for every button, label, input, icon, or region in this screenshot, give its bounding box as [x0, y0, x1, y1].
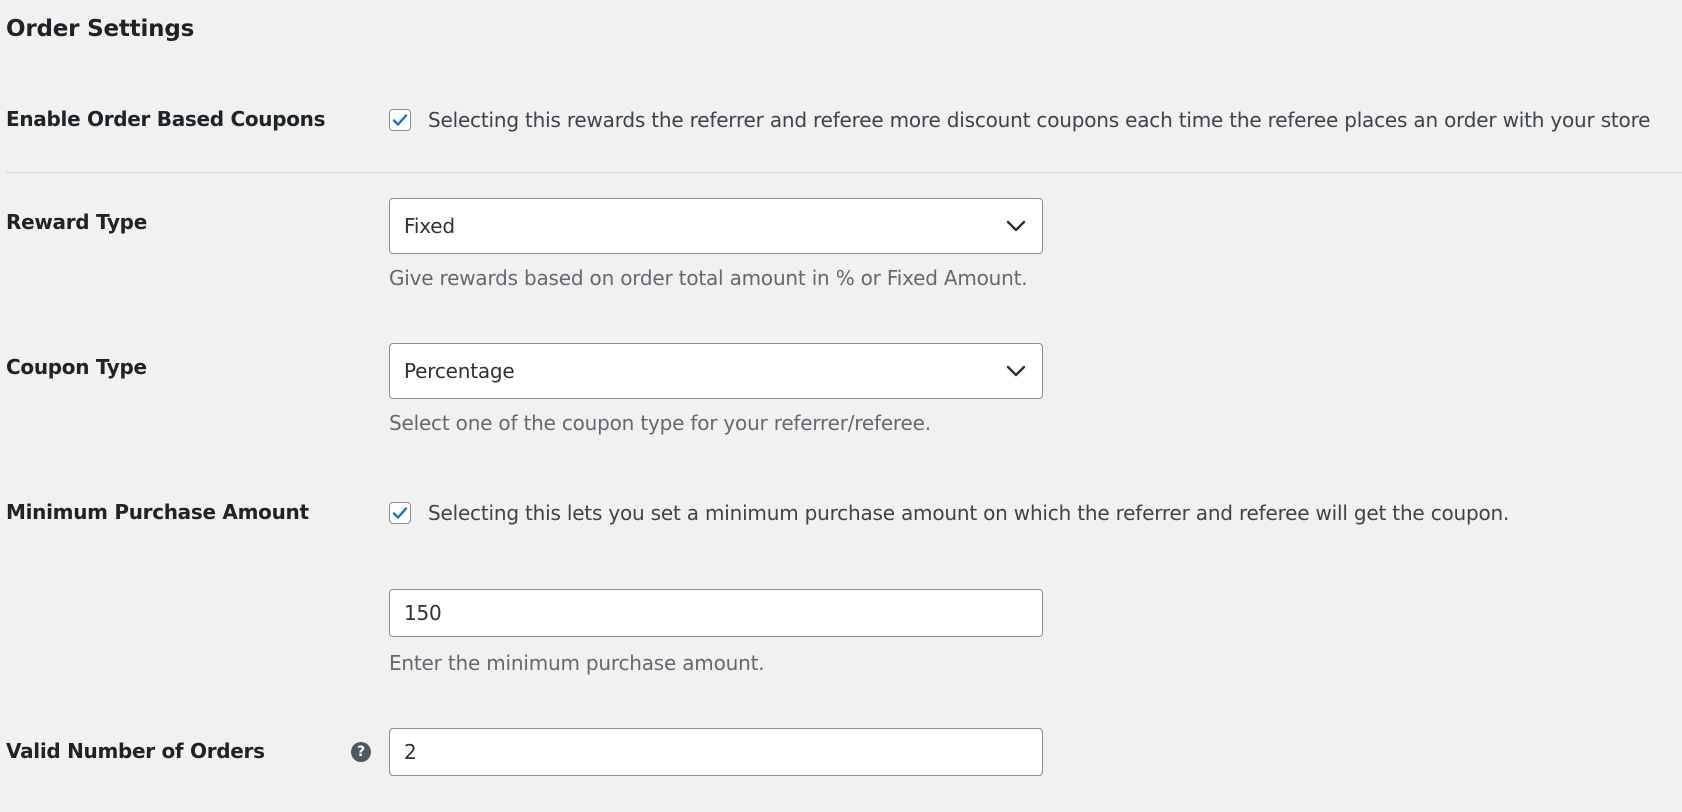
coupon-type-selected-value: Percentage [404, 359, 515, 383]
minimum-purchase-checkbox[interactable] [389, 502, 411, 524]
valid-orders-value: 2 [404, 740, 417, 764]
order-settings-page: Order Settings Enable Order Based Coupon… [0, 0, 1682, 812]
reward-type-select[interactable]: Fixed [389, 198, 1043, 254]
coupon-type-help: Select one of the coupon type for your r… [389, 411, 931, 435]
enable-order-coupons-checkbox[interactable] [389, 109, 411, 131]
reward-type-help: Give rewards based on order total amount… [389, 266, 1028, 290]
question-circle-icon[interactable]: ? [351, 742, 371, 762]
coupon-type-label: Coupon Type [6, 355, 147, 379]
divider [6, 172, 1682, 173]
minimum-purchase-input[interactable]: 150 [389, 589, 1043, 637]
minimum-purchase-label: Minimum Purchase Amount [6, 500, 309, 524]
reward-type-selected-value: Fixed [404, 214, 455, 238]
minimum-purchase-value: 150 [404, 601, 442, 625]
reward-type-label: Reward Type [6, 210, 147, 234]
valid-orders-input[interactable]: 2 [389, 728, 1043, 776]
minimum-purchase-help: Enter the minimum purchase amount. [389, 651, 765, 675]
coupon-type-select[interactable]: Percentage [389, 343, 1043, 399]
chevron-down-icon [1006, 220, 1026, 232]
checkmark-icon [392, 507, 408, 519]
enable-order-coupons-label: Enable Order Based Coupons [6, 107, 326, 131]
minimum-purchase-description: Selecting this lets you set a minimum pu… [428, 501, 1510, 525]
chevron-down-icon [1006, 365, 1026, 377]
enable-order-coupons-description: Selecting this rewards the referrer and … [428, 108, 1651, 132]
section-title: Order Settings [6, 16, 195, 42]
valid-orders-label: Valid Number of Orders [6, 739, 265, 763]
checkmark-icon [392, 114, 408, 126]
